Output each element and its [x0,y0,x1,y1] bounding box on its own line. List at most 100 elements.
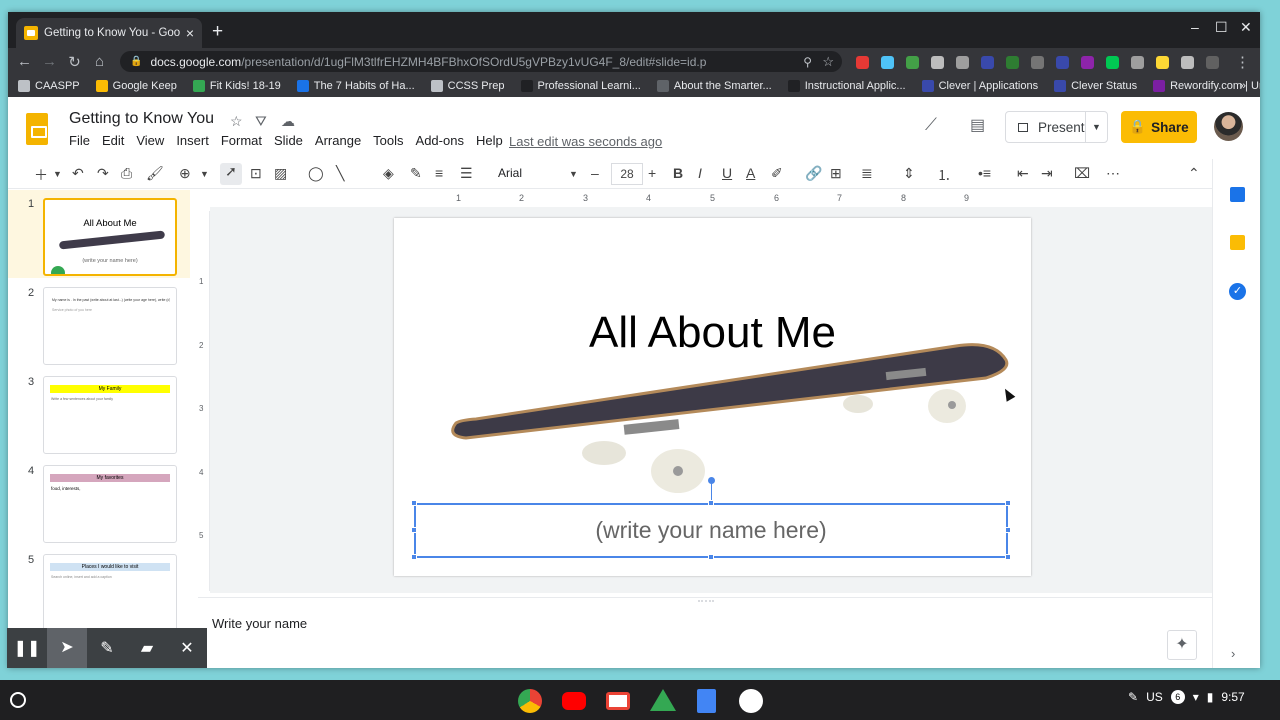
extension-icon[interactable] [1031,56,1044,69]
pointer-icon[interactable]: ➤ [47,628,87,668]
bookmark-item[interactable]: Clever Status [1054,80,1137,92]
slide[interactable]: All About Me (write your name here) [394,218,1031,576]
calendar-icon[interactable] [1230,187,1245,202]
zoom-icon[interactable]: ⚲ [803,55,812,69]
fill-color-icon[interactable]: ◈ [383,165,394,182]
border-weight-icon[interactable]: ≡ [435,165,443,181]
extension-icon[interactable] [956,56,969,69]
extension-icon[interactable] [1006,56,1019,69]
subtitle-text[interactable]: (write your name here) [595,517,826,544]
slide-thumbnail-1[interactable]: All About Me (write your name here) [43,198,177,276]
redo-icon[interactable]: ↷ [97,165,109,182]
slides-logo-icon[interactable] [26,113,48,145]
bookmark-item[interactable]: Fit Kids! 18-19 [192,80,281,92]
zoom-dropdown-icon[interactable]: ▼ [200,169,209,179]
increase-indent-icon[interactable]: ⇥ [1041,165,1053,182]
address-bar[interactable]: 🔒 docs.google.com/presentation/d/1ugFlM3… [120,51,842,72]
menu-view[interactable]: View [136,133,164,148]
star-icon[interactable]: ☆ [230,113,243,130]
minimize-button[interactable]: – [1191,19,1199,35]
bookmarks-overflow-icon[interactable]: » [1240,80,1246,92]
extension-icon[interactable] [931,56,944,69]
add-comment-icon[interactable]: ⊞ [830,165,842,182]
docs-icon[interactable] [697,689,716,713]
avatar[interactable] [1214,112,1243,141]
speaker-notes[interactable]: Write your name ✦ [198,597,1212,668]
zoom-icon[interactable]: ⊕ [179,165,191,182]
subtitle-textbox[interactable]: (write your name here) [414,503,1008,558]
border-color-icon[interactable]: ✎ [410,165,422,182]
menu-addons[interactable]: Add-ons [416,133,464,148]
last-edit-link[interactable]: Last edit was seconds ago [509,134,662,149]
numbered-list-icon[interactable]: ⒈ [937,165,951,185]
new-tab-button[interactable]: + [212,21,223,43]
present-dropdown-icon[interactable]: ▼ [1085,112,1107,142]
extension-icon[interactable] [906,56,919,69]
pen-icon[interactable]: ✎ [87,638,127,658]
undo-icon[interactable]: ↶ [72,165,84,182]
align-icon[interactable]: ≣ [861,165,873,182]
slide-thumbnail-4[interactable]: My favorites food, interests, [43,465,177,543]
extension-icon[interactable] [1081,56,1094,69]
border-dash-icon[interactable]: ☰ [460,165,473,182]
resize-handle[interactable] [708,500,714,506]
speaker-notes-text[interactable]: Write your name [212,616,307,631]
drive-icon[interactable] [650,689,676,711]
share-button[interactable]: 🔒 Share [1121,111,1197,143]
bookmark-item[interactable]: CCSS Prep [430,80,505,92]
print-icon[interactable]: ⎙ [121,165,132,182]
slide-thumbnail-5[interactable]: Places I would like to visit Search onli… [43,554,177,632]
italic-button[interactable]: I [698,165,702,181]
menu-file[interactable]: File [69,133,90,148]
expand-panel-icon[interactable]: › [1231,646,1235,661]
kebab-menu-icon[interactable]: ⋮ [1230,53,1255,71]
bookmark-item[interactable]: Google Keep [95,80,177,92]
menu-format[interactable]: Format [221,133,262,148]
new-slide-dropdown-icon[interactable]: ▼ [53,169,62,179]
resize-handle[interactable] [411,554,417,560]
play-store-icon[interactable] [739,689,763,713]
star-icon[interactable]: ☆ [822,54,834,70]
comments-icon[interactable]: ▤ [970,115,985,135]
resize-handle[interactable] [1005,500,1011,506]
text-color-icon[interactable]: A [746,165,755,181]
extension-icon[interactable] [856,56,869,69]
textbox-icon[interactable]: ⊡ [250,165,262,182]
underline-button[interactable]: U [722,165,732,181]
font-dropdown-icon[interactable]: ▼ [569,169,578,179]
browser-tab[interactable]: Getting to Know You - Google Sli × [16,18,202,48]
collapse-toolbar-icon[interactable]: ⌃ [1188,165,1200,182]
image-icon[interactable]: ▨ [274,165,287,182]
menu-help[interactable]: Help [476,133,503,148]
clear-formatting-icon[interactable]: ⌧ [1074,165,1090,182]
menu-slide[interactable]: Slide [274,133,303,148]
youtube-icon[interactable] [562,692,586,710]
extension-icon[interactable] [1131,56,1144,69]
line-icon[interactable]: ╲ [336,165,344,182]
bookmark-item[interactable]: Clever | Applications [921,80,1038,92]
bold-button[interactable]: B [673,165,683,181]
font-family-select[interactable]: Arial [498,166,522,180]
extension-icon[interactable] [1156,56,1169,69]
resize-handle[interactable] [1005,554,1011,560]
rotate-handle[interactable] [708,477,715,484]
close-icon[interactable]: ✕ [167,638,207,658]
home-icon[interactable]: ⌂ [87,53,112,70]
pause-icon[interactable]: ❚❚ [7,638,47,658]
gmail-icon[interactable] [606,692,630,710]
present-button[interactable]: Present ▼ [1005,111,1108,143]
launcher-icon[interactable] [10,692,26,708]
resize-handle[interactable] [708,554,714,560]
keep-icon[interactable] [1230,235,1245,250]
extension-icon[interactable] [981,56,994,69]
extension-icon[interactable] [881,56,894,69]
more-options-icon[interactable]: ⋯ [1106,165,1120,182]
link-icon[interactable]: 🔗 [805,165,822,182]
close-tab-icon[interactable]: × [186,25,194,41]
bulleted-list-icon[interactable]: •≡ [978,165,991,181]
shape-icon[interactable]: ◯ [308,165,324,182]
tasks-icon[interactable]: ✓ [1229,283,1246,300]
move-to-drive-icon[interactable]: ⛛ [255,113,267,130]
highlight-icon[interactable]: ✐ [771,165,783,182]
document-title[interactable]: Getting to Know You [69,110,214,128]
